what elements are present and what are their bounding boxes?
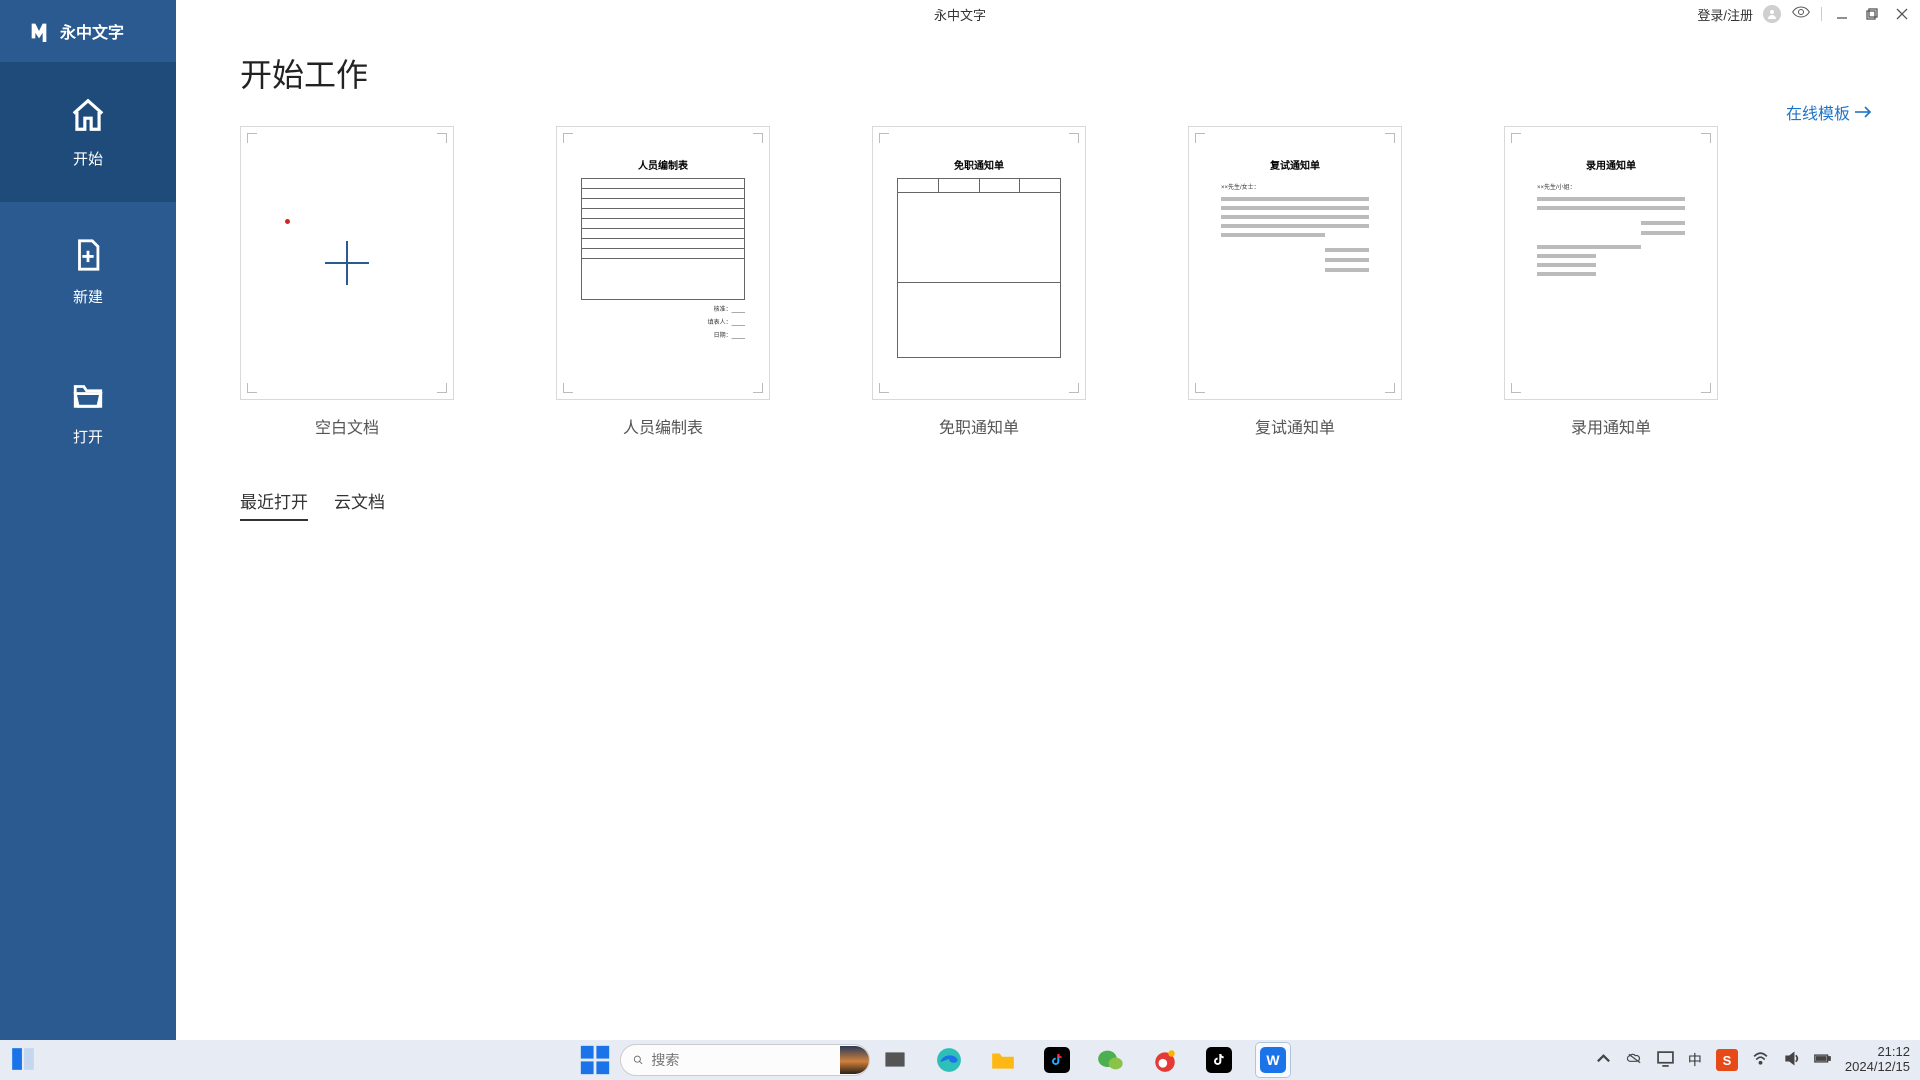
windows-icon (578, 1043, 612, 1077)
sidebar-item-label: 开始 (73, 148, 103, 169)
onedrive-icon[interactable] (1626, 1050, 1643, 1070)
tab-recent[interactable]: 最近打开 (240, 488, 308, 521)
app-title: 永中文字 (934, 5, 986, 24)
search-input[interactable] (651, 1052, 832, 1068)
template-staffing-table[interactable]: 人员编制表 核准：____ 填表人：____ 日期：____ 人员编制表 (556, 126, 770, 438)
taskbar-center: W (578, 1043, 1290, 1077)
tray-chevron-up-icon[interactable] (1595, 1050, 1612, 1070)
edge-icon (936, 1047, 962, 1073)
home-icon (69, 96, 107, 134)
explorer-button[interactable] (986, 1043, 1020, 1077)
systray: 中 S 21:12 2024/12/15 (1595, 1045, 1910, 1075)
douyin-button[interactable] (1040, 1043, 1074, 1077)
search-graphic (840, 1046, 869, 1074)
sidebar-item-new[interactable]: 新建 (0, 202, 176, 342)
template-interview-notice[interactable]: 复试通知单 ××先生/女士： 复试通知单 (1188, 126, 1402, 438)
doc-preview: 人员编制表 核准：____ 填表人：____ 日期：____ (567, 137, 759, 389)
volume-icon[interactable] (1783, 1050, 1800, 1070)
sidebar: 永中文字 开始 新建 打开 (0, 0, 176, 1040)
template-dismissal-notice[interactable]: 免职通知单 免职通知单 (872, 126, 1086, 438)
tiktok-icon (1206, 1047, 1232, 1073)
template-thumb (240, 126, 454, 400)
wifi-icon[interactable] (1752, 1050, 1769, 1070)
red-dot-icon (285, 219, 290, 224)
sidebar-item-open[interactable]: 打开 (0, 342, 176, 482)
sidebar-item-label: 新建 (73, 286, 103, 307)
maximize-button[interactable] (1862, 4, 1882, 24)
yozo-writer-icon: W (1260, 1047, 1286, 1073)
template-thumb: 人员编制表 核准：____ 填表人：____ 日期：____ (556, 126, 770, 400)
edge-button[interactable] (932, 1043, 966, 1077)
template-offer-notice[interactable]: 录用通知单 ××先生/小姐： 录用通知单 (1504, 126, 1718, 438)
open-folder-icon (71, 378, 105, 412)
template-thumb: 录用通知单 ××先生/小姐： (1504, 126, 1718, 400)
online-templates-label: 在线模板 (1786, 100, 1850, 124)
clock-date: 2024/12/15 (1845, 1060, 1910, 1075)
template-label: 录用通知单 (1571, 414, 1651, 438)
template-thumb: 复试通知单 ××先生/女士： (1188, 126, 1402, 400)
tray-monitor-icon[interactable] (1657, 1050, 1674, 1070)
login-register-link[interactable]: 登录/注册 (1697, 5, 1753, 24)
taskbar-left-app[interactable] (10, 1046, 36, 1075)
doc-preview: 免职通知单 (883, 137, 1075, 389)
battery-icon[interactable] (1814, 1050, 1831, 1070)
divider (1821, 7, 1822, 21)
main-content: 开始工作 在线模板 空白文档 人员编制表 (176, 0, 1920, 1040)
minimize-button[interactable] (1832, 4, 1852, 24)
template-label: 免职通知单 (939, 414, 1019, 438)
templates-row: 空白文档 人员编制表 核准：____ 填表人：__ (240, 126, 1860, 438)
widgets-icon (10, 1046, 36, 1072)
ime-indicator[interactable]: 中 (1688, 1050, 1702, 1070)
yozo-writer-button[interactable]: W (1256, 1043, 1290, 1077)
close-button[interactable] (1892, 4, 1912, 24)
sogou-ime-icon[interactable]: S (1716, 1049, 1738, 1071)
sidebar-item-start[interactable]: 开始 (0, 62, 176, 202)
template-thumb: 免职通知单 (872, 126, 1086, 400)
app-window: 永中文字 登录/注册 永中文字 (0, 0, 1920, 1040)
clock[interactable]: 21:12 2024/12/15 (1845, 1045, 1910, 1075)
tabs-row: 最近打开 云文档 (240, 488, 1860, 521)
page-title: 开始工作 (240, 50, 1860, 96)
template-label: 人员编制表 (623, 414, 703, 438)
doc-preview: 录用通知单 ××先生/小姐： (1515, 137, 1707, 389)
douyin-icon (1044, 1047, 1070, 1073)
doc-preview: 复试通知单 ××先生/女士： (1199, 137, 1391, 389)
taskview-button[interactable] (878, 1043, 912, 1077)
taskbar: W 中 S 21:12 2024/12/15 (0, 1040, 1920, 1080)
weibo-icon (1152, 1047, 1178, 1073)
titlebar-right: 登录/注册 (1697, 4, 1912, 24)
tiktok-button[interactable] (1202, 1043, 1236, 1077)
new-file-icon (71, 238, 105, 272)
eye-icon[interactable] (1791, 5, 1811, 24)
sidebar-item-label: 打开 (73, 426, 103, 447)
taskbar-search[interactable] (620, 1044, 870, 1076)
tab-cloud[interactable]: 云文档 (334, 488, 385, 521)
start-button[interactable] (578, 1043, 612, 1077)
arrow-right-icon (1854, 106, 1872, 118)
wechat-icon (1097, 1046, 1125, 1074)
folder-icon (990, 1047, 1016, 1073)
wechat-button[interactable] (1094, 1043, 1128, 1077)
template-label: 复试通知单 (1255, 414, 1335, 438)
weibo-button[interactable] (1148, 1043, 1182, 1077)
template-blank[interactable]: 空白文档 (240, 126, 454, 438)
avatar-icon[interactable] (1763, 5, 1781, 23)
taskview-icon (883, 1048, 907, 1072)
template-label: 空白文档 (315, 414, 379, 438)
search-icon (633, 1052, 643, 1068)
online-templates-link[interactable]: 在线模板 (1786, 100, 1872, 124)
titlebar: 永中文字 登录/注册 (0, 0, 1920, 28)
clock-time: 21:12 (1845, 1045, 1910, 1060)
